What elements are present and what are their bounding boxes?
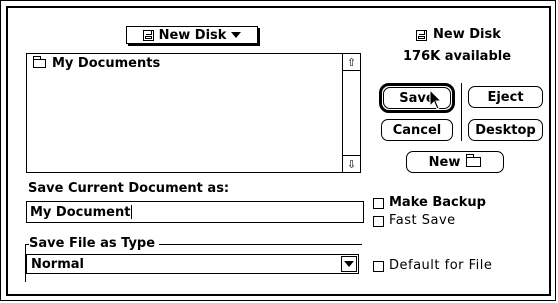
file-type-group-label: Save File as Type xyxy=(29,236,160,252)
text-caret xyxy=(131,205,133,219)
scroll-down-arrow-icon[interactable]: ⇩ xyxy=(343,155,360,172)
disk-space-label: 176K available xyxy=(403,49,512,64)
disk-name-text: New Disk xyxy=(433,27,501,42)
desktop-button[interactable]: Desktop xyxy=(468,119,543,141)
volume-popup-menu[interactable]: New Disk xyxy=(126,26,258,44)
button-divider xyxy=(461,83,462,141)
folder-icon xyxy=(33,56,46,68)
scroll-up-arrow-icon[interactable]: ⇧ xyxy=(343,54,360,71)
disk-name-label: New Disk xyxy=(416,27,501,43)
file-type-value: Normal xyxy=(31,256,84,272)
file-list[interactable]: My Documents ⇧ ⇩ xyxy=(26,53,361,173)
document-name-field[interactable]: My Document xyxy=(26,201,364,223)
disk-icon xyxy=(416,29,427,41)
pointer-arrow-icon xyxy=(429,89,443,110)
fast-save-label: Fast Save xyxy=(389,213,456,228)
new-folder-button-label: New xyxy=(428,154,461,170)
list-item[interactable]: My Documents xyxy=(33,56,160,71)
cancel-button-label: Cancel xyxy=(392,122,442,138)
eject-button[interactable]: Eject xyxy=(468,86,543,108)
eject-button-label: Eject xyxy=(487,89,524,105)
folder-icon xyxy=(466,154,482,167)
scrollbar[interactable]: ⇧ ⇩ xyxy=(342,54,360,172)
disk-icon xyxy=(142,29,154,41)
volume-popup-label: New Disk xyxy=(158,27,227,43)
default-for-file-label: Default for File xyxy=(389,258,493,273)
cancel-button[interactable]: Cancel xyxy=(381,119,453,141)
make-backup-label: Make Backup xyxy=(389,195,486,210)
new-folder-button[interactable]: New xyxy=(406,151,504,173)
document-name-value: My Document xyxy=(30,204,131,220)
save-dialog: New Disk My Documents ⇧ ⇩ New Disk 176K … xyxy=(0,0,556,301)
desktop-button-label: Desktop xyxy=(475,122,536,138)
fast-save-checkbox[interactable] xyxy=(373,216,384,227)
save-prompt-label: Save Current Document as: xyxy=(28,181,230,196)
default-for-file-checkbox[interactable] xyxy=(373,261,384,272)
list-item-label: My Documents xyxy=(52,56,161,71)
file-type-select[interactable]: Normal xyxy=(26,254,359,274)
make-backup-checkbox[interactable] xyxy=(373,198,384,209)
chevron-down-icon xyxy=(231,32,242,38)
select-arrow-button[interactable] xyxy=(341,256,357,272)
chevron-down-icon xyxy=(344,261,354,267)
